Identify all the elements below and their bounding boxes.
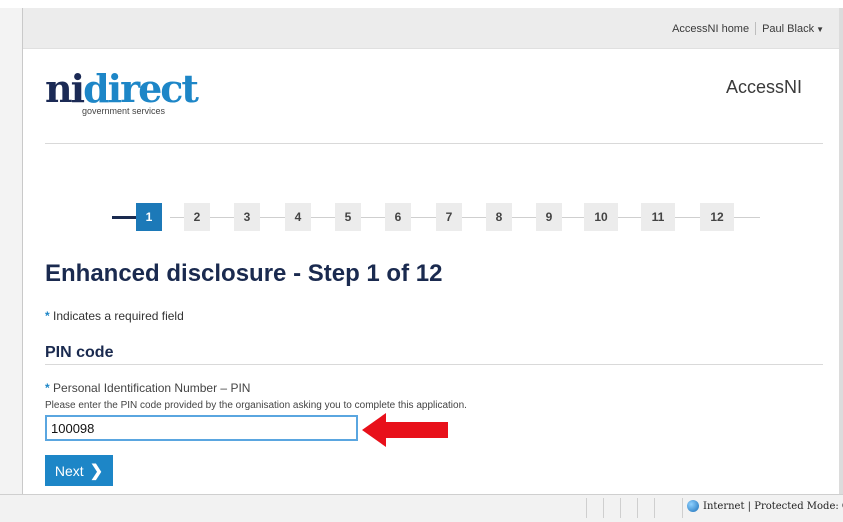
window-frame-top	[0, 0, 843, 8]
required-asterisk-icon: *	[45, 309, 50, 323]
user-menu-label: Paul Black	[762, 22, 815, 35]
chevron-down-icon: ▼	[816, 24, 824, 34]
step-4: 4	[285, 203, 311, 231]
pin-label-text: Personal Identification Number – PIN	[53, 381, 251, 395]
step-3: 3	[234, 203, 260, 231]
logo-ni: ni	[45, 66, 85, 111]
next-button-label: Next	[54, 462, 84, 479]
accessni-home-link[interactable]: AccessNI home	[672, 23, 749, 35]
step-11: 11	[641, 203, 675, 231]
step-5: 5	[335, 203, 361, 231]
progress-line-complete	[112, 216, 136, 219]
step-progress: 1 2 3 4 5 6 7 8 9 10 11 12	[112, 203, 762, 231]
required-asterisk-icon: *	[45, 381, 50, 395]
required-note-text: Indicates a required field	[53, 309, 184, 323]
status-pane	[682, 498, 683, 518]
step-12: 12	[700, 203, 734, 231]
step-9: 9	[536, 203, 562, 231]
pin-help-text: Please enter the PIN code provided by th…	[45, 400, 467, 411]
required-note: * Indicates a required field	[45, 309, 184, 323]
security-zone-label: Internet | Protected Mode: On	[703, 500, 843, 512]
annotation-arrow-icon	[362, 413, 448, 447]
step-1: 1	[136, 203, 162, 231]
nidirect-logo[interactable]: nidirect government services	[45, 70, 199, 117]
logo-direct: direct	[83, 66, 199, 111]
status-pane	[620, 498, 621, 518]
status-pane	[603, 498, 604, 518]
pin-field-label: * Personal Identification Number – PIN	[45, 381, 250, 395]
link-divider	[755, 22, 757, 35]
section-title: PIN code	[45, 344, 114, 361]
window-frame-left	[0, 8, 23, 494]
next-button[interactable]: Next ❯	[45, 455, 113, 486]
logo-subtitle: government services	[82, 106, 166, 116]
step-8: 8	[486, 203, 512, 231]
status-pane	[586, 498, 587, 518]
step-2: 2	[184, 203, 210, 231]
step-7: 7	[436, 203, 462, 231]
utility-bar: AccessNI home Paul Black ▼	[23, 8, 839, 49]
pin-input[interactable]	[45, 415, 358, 441]
section-divider	[45, 364, 823, 365]
utility-links: AccessNI home Paul Black ▼	[672, 22, 824, 35]
window-scrollbar-edge[interactable]	[839, 8, 843, 494]
page-title: Enhanced disclosure - Step 1 of 12	[45, 260, 443, 287]
step-10: 10	[584, 203, 618, 231]
security-zone[interactable]: Internet | Protected Mode: On	[687, 500, 843, 512]
header-divider	[45, 143, 823, 144]
chevron-right-icon: ❯	[89, 462, 104, 480]
status-pane	[654, 498, 655, 518]
globe-icon	[687, 500, 699, 512]
site-name: AccessNI	[726, 77, 803, 97]
status-pane	[637, 498, 638, 518]
user-menu[interactable]: Paul Black ▼	[762, 23, 824, 35]
step-6: 6	[385, 203, 411, 231]
browser-status-bar: Internet | Protected Mode: On	[0, 494, 843, 522]
